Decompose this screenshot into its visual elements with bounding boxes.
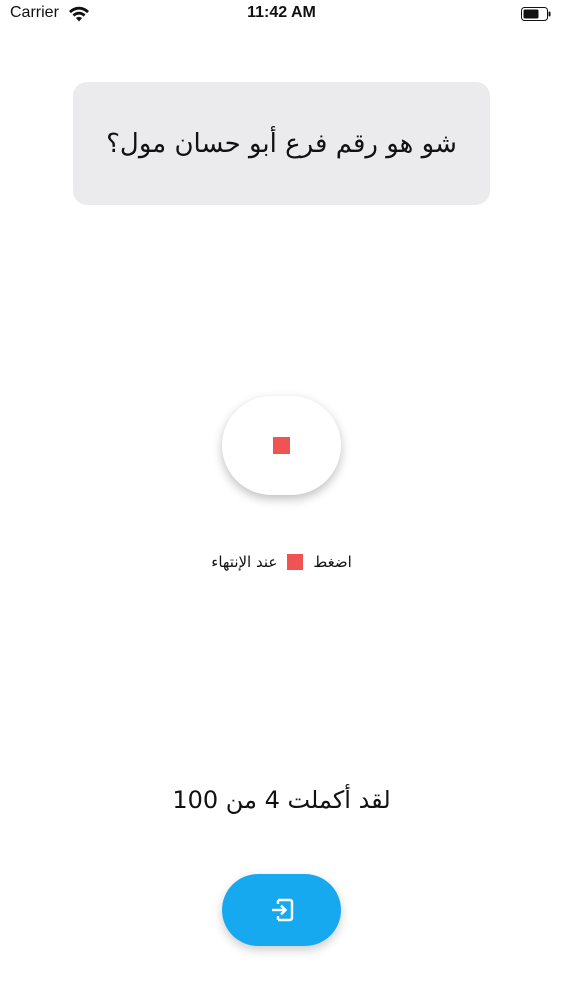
stop-recording-button[interactable] bbox=[222, 396, 341, 495]
question-card: شو هو رقم فرع أبو حسان مول؟ bbox=[73, 82, 490, 205]
status-time: 11:42 AM bbox=[247, 4, 316, 21]
stop-icon bbox=[287, 554, 304, 570]
login-icon bbox=[271, 898, 293, 922]
question-text: شو هو رقم فرع أبو حسان مول؟ bbox=[106, 128, 457, 159]
instruction-press-label: اضغط bbox=[313, 553, 352, 571]
instruction-row: اضغط عند الإنتهاء bbox=[0, 553, 563, 571]
stop-icon bbox=[273, 437, 290, 454]
submit-button[interactable] bbox=[222, 874, 341, 946]
battery-icon bbox=[521, 7, 551, 21]
progress-text: لقد أكملت 4 من 100 bbox=[172, 786, 391, 814]
status-bar: Carrier 11:42 AM bbox=[0, 0, 563, 32]
instruction-on-finish-label: عند الإنتهاء bbox=[211, 553, 278, 571]
